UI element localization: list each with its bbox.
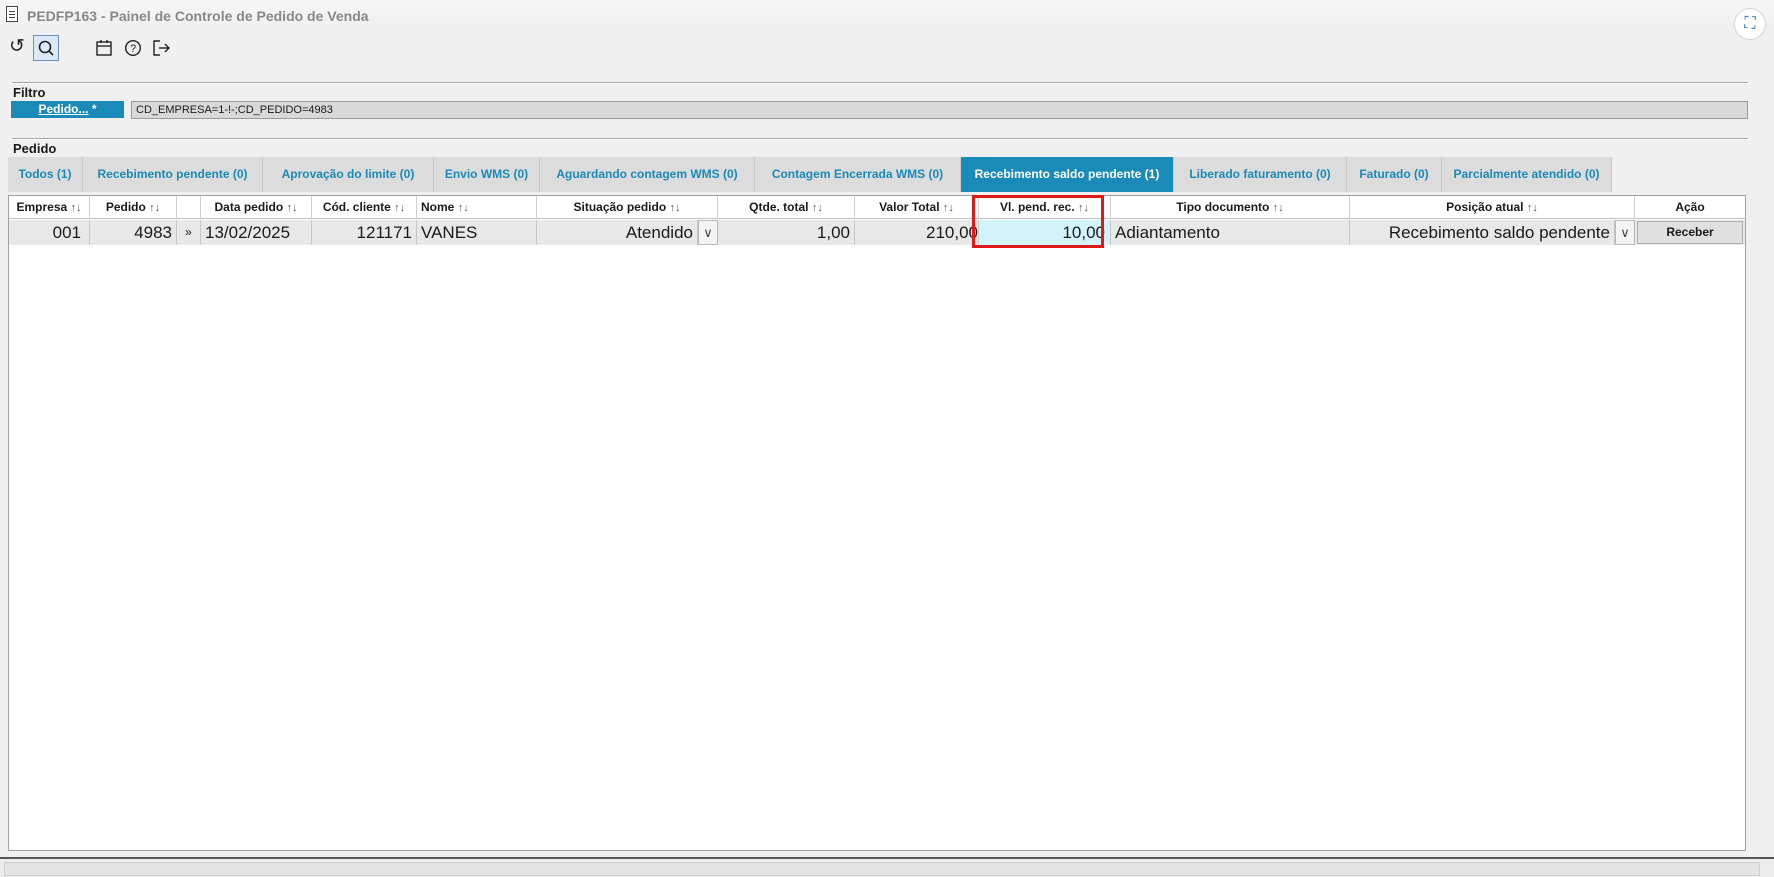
header-label: Situação pedido <box>573 200 667 214</box>
cell-pedido[interactable]: 4983 <box>90 220 177 245</box>
column-header-expand <box>177 196 201 219</box>
column-header-valor-total[interactable]: Valor Total ↑↓ <box>855 196 979 219</box>
sort-icon: ↑↓ <box>149 202 161 214</box>
header-label: Tipo documento <box>1176 200 1270 214</box>
sort-icon: ↑↓ <box>942 202 954 214</box>
column-header-pedido[interactable]: Pedido ↑↓ <box>90 196 177 219</box>
cell-tipo-documento[interactable]: Adiantamento <box>1111 220 1350 245</box>
document-icon <box>6 6 18 22</box>
sort-icon: ↑↓ <box>669 202 681 214</box>
header-label: Data pedido <box>214 200 284 214</box>
filter-button-label: Pedido... <box>38 102 89 116</box>
orders-table: Empresa ↑↓ Pedido ↑↓ Data pedido ↑↓ Cód.… <box>8 195 1746 851</box>
situacao-dropdown-chevron-icon[interactable]: ∨ <box>698 220 718 245</box>
sort-icon: ↑↓ <box>1526 202 1538 214</box>
tab-faturado[interactable]: Faturado (0) <box>1347 157 1442 192</box>
header-label: Empresa <box>16 200 68 214</box>
refresh-icon[interactable]: ↺ <box>4 35 30 61</box>
pedido-filter-button[interactable]: Pedido... * <box>11 101 124 118</box>
cell-nome[interactable]: VANES <box>417 220 537 245</box>
cell-qtde-total[interactable]: 1,00 <box>718 220 855 245</box>
title-bar: PEDFP163 - Painel de Controle de Pedido … <box>0 0 1774 40</box>
cell-vl-pend-rec[interactable]: 10,00 <box>979 220 1111 245</box>
column-header-qtde-total[interactable]: Qtde. total ↑↓ <box>718 196 855 219</box>
toolbar: ↺ ? <box>0 33 1774 63</box>
column-header-acao: Ação <box>1635 196 1745 219</box>
cell-empresa[interactable]: 001 <box>9 220 90 245</box>
window-title: PEDFP163 - Painel de Controle de Pedido … <box>27 8 369 24</box>
separator <box>12 138 1748 140</box>
cell-valor-total[interactable]: 210,00 <box>855 220 979 245</box>
filter-section-label: Filtro <box>13 85 46 100</box>
header-label: Valor Total <box>879 200 940 214</box>
separator <box>12 82 1748 84</box>
tab-liberado-faturamento[interactable]: Liberado faturamento (0) <box>1174 157 1347 192</box>
sort-icon: ↑↓ <box>286 202 298 214</box>
status-field <box>4 862 1760 876</box>
help-icon[interactable]: ? <box>120 35 146 61</box>
column-header-cod-cliente[interactable]: Cód. cliente ↑↓ <box>312 196 417 219</box>
sort-icon: ↑↓ <box>811 202 823 214</box>
column-header-vl-pend-rec[interactable]: Vl. pend. rec. ↑↓ <box>979 196 1111 219</box>
filter-field[interactable]: CD_EMPRESA=1-!-;CD_PEDIDO=4983 <box>131 101 1748 119</box>
header-label: Pedido <box>105 200 146 214</box>
sort-icon: ↑↓ <box>457 202 469 214</box>
receber-button[interactable]: Receber <box>1637 221 1743 244</box>
cell-situacao[interactable]: Atendido <box>537 220 698 245</box>
tab-contagem-encerrada-wms[interactable]: Contagem Encerrada WMS (0) <box>755 157 961 192</box>
pedido-section-label: Pedido <box>13 141 57 156</box>
column-header-tipo-documento[interactable]: Tipo documento ↑↓ <box>1111 196 1350 219</box>
expand-row-button[interactable]: » <box>177 220 201 245</box>
cell-data-pedido[interactable]: 13/02/2025 <box>201 220 312 245</box>
svg-text:?: ? <box>130 43 136 55</box>
tab-recebimento-saldo-pendente[interactable]: Recebimento saldo pendente (1) <box>961 157 1174 192</box>
column-header-nome[interactable]: Nome ↑↓ <box>417 196 537 219</box>
header-label: Cód. cliente <box>322 200 391 214</box>
sort-icon: ↑↓ <box>1078 202 1090 214</box>
header-label: Qtde. total <box>749 200 809 214</box>
exit-icon[interactable] <box>149 35 175 61</box>
column-header-situacao[interactable]: Situação pedido ↑↓ <box>537 196 718 219</box>
filter-button-suffix: * <box>88 102 97 116</box>
header-label: Posição atual <box>1446 200 1524 214</box>
cell-cod-cliente[interactable]: 121171 <box>312 220 417 245</box>
posicao-dropdown-chevron-icon[interactable]: ∨ <box>1615 220 1635 245</box>
tab-todos[interactable]: Todos (1) <box>8 157 83 192</box>
calendar-icon[interactable] <box>91 35 117 61</box>
header-label: Nome <box>421 200 455 214</box>
tab-aguardando-contagem-wms[interactable]: Aguardando contagem WMS (0) <box>540 157 755 192</box>
header-label: Vl. pend. rec. <box>999 200 1075 214</box>
cell-posicao-atual[interactable]: Recebimento saldo pendente <box>1350 220 1615 245</box>
column-header-empresa[interactable]: Empresa ↑↓ <box>9 196 90 219</box>
status-bar <box>0 857 1774 877</box>
tab-envio-wms[interactable]: Envio WMS (0) <box>434 157 540 192</box>
sort-icon: ↑↓ <box>394 202 406 214</box>
sort-icon: ↑↓ <box>70 202 82 214</box>
column-header-data-pedido[interactable]: Data pedido ↑↓ <box>201 196 312 219</box>
tab-aprovacao-limite[interactable]: Aprovação do limite (0) <box>263 157 434 192</box>
tab-recebimento-pendente[interactable]: Recebimento pendente (0) <box>83 157 263 192</box>
sort-icon: ↑↓ <box>1272 202 1284 214</box>
tab-parcialmente-atendido[interactable]: Parcialmente atendido (0) <box>1442 157 1612 192</box>
column-header-posicao-atual[interactable]: Posição atual ↑↓ <box>1350 196 1635 219</box>
search-icon[interactable] <box>33 35 59 61</box>
